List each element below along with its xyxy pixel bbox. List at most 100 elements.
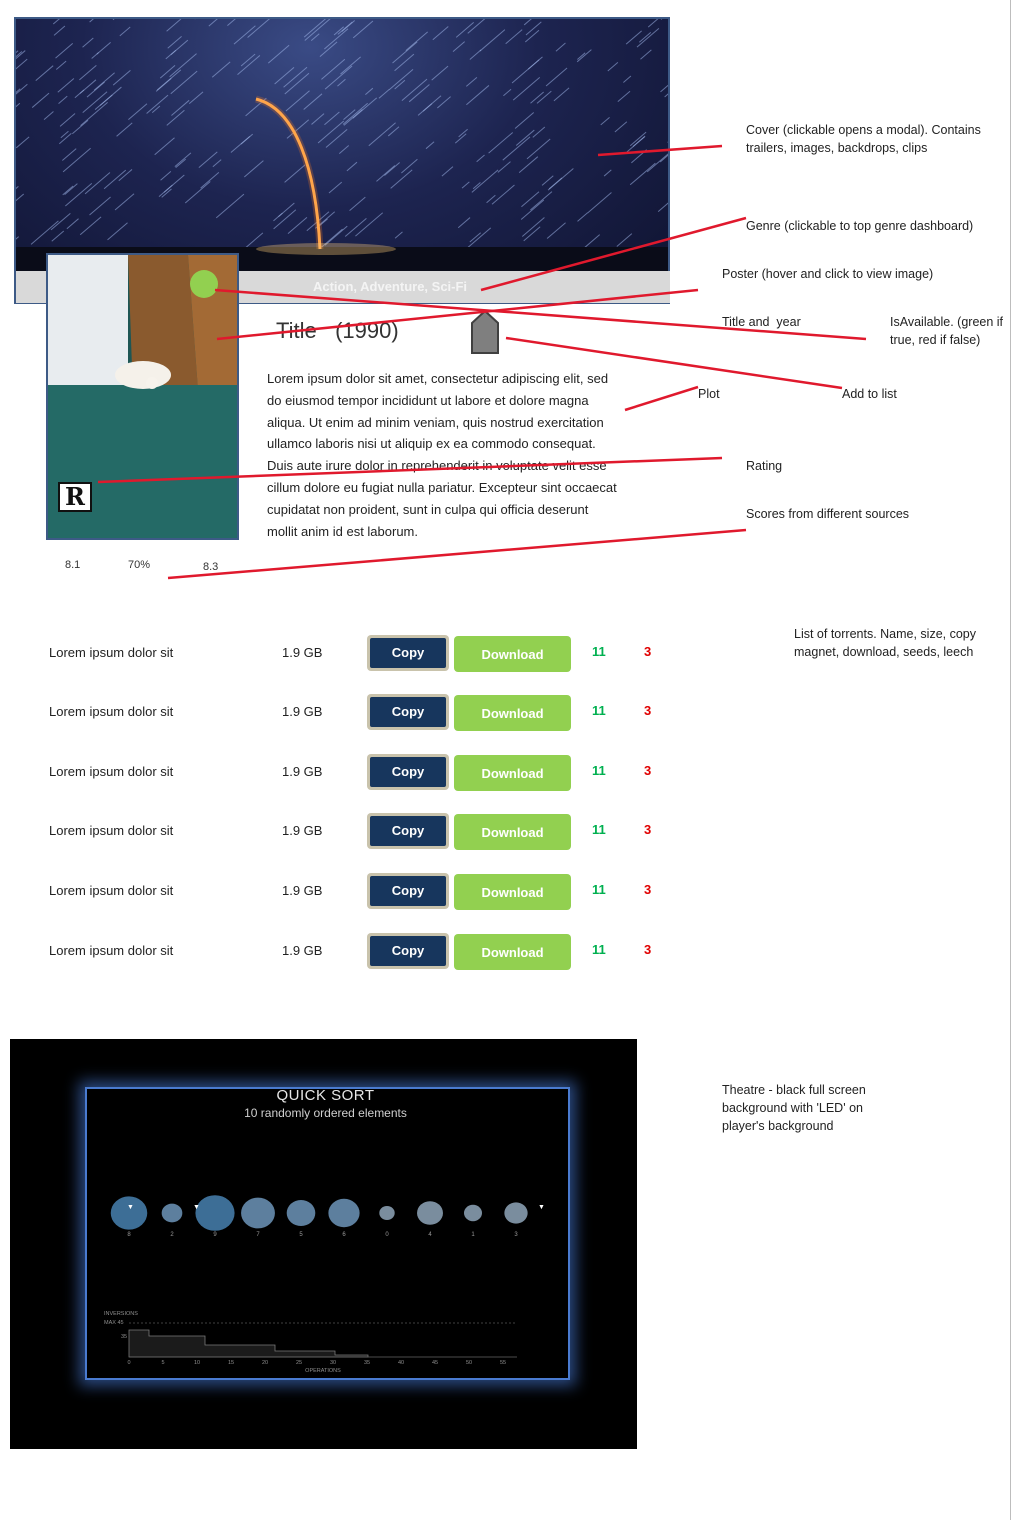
note-scores: Scores from different sources	[746, 507, 910, 521]
torrent-leech: 3	[644, 942, 652, 957]
torrent-seeds: 11	[592, 763, 606, 778]
torrent-leech: 3	[644, 882, 652, 897]
copy-magnet-button[interactable]: Copy	[367, 635, 449, 671]
torrent-seeds: 11	[592, 822, 606, 837]
note-cover: Cover (clickable opens a modal). Contain…	[746, 123, 981, 155]
player-visualization: 8 2 9 7 5 6 0 4 1 3 ▼ ▼ ▼ INVERSIONS MAX 45 35 OPERATION…	[104, 1195, 545, 1374]
x-tick-label: 10	[194, 1360, 200, 1366]
x-tick-label: 25	[296, 1360, 302, 1366]
year-text: (1990)	[335, 318, 399, 343]
title-text: Title	[276, 318, 317, 343]
download-button[interactable]: Download	[454, 934, 571, 970]
download-button[interactable]: Download	[454, 814, 571, 850]
score-source-2: 70%	[128, 559, 151, 571]
x-tick-label: 40	[398, 1360, 404, 1366]
torrent-name: Lorem ipsum dolor sit	[49, 704, 174, 719]
sort-element	[463, 1204, 483, 1222]
copy-magnet-button-label: Copy	[370, 697, 446, 727]
torrent-name: Lorem ipsum dolor sit	[49, 645, 174, 660]
pivot-marker: ▼	[193, 1204, 200, 1211]
torrent-leech: 3	[644, 703, 652, 718]
y-tick-label: 35	[121, 1334, 127, 1340]
sort-element-label: 2	[170, 1232, 174, 1238]
inversions-label: INVERSIONS	[104, 1311, 138, 1317]
x-tick-label: 15	[228, 1360, 234, 1366]
x-tick-label: 55	[500, 1360, 506, 1366]
note-poster: Poster (hover and click to view image)	[722, 267, 934, 281]
copy-magnet-button[interactable]: Copy	[367, 813, 449, 849]
sort-element	[286, 1200, 316, 1226]
pivot-marker: ▼	[538, 1204, 545, 1211]
copy-magnet-button-label: Copy	[370, 936, 446, 966]
note-rating: Rating	[746, 459, 783, 473]
score-source-1: 8.1	[65, 559, 81, 571]
sort-element	[161, 1203, 183, 1223]
torrent-name: Lorem ipsum dolor sit	[49, 764, 174, 779]
copy-magnet-button-label: Copy	[370, 876, 446, 906]
torrent-seeds: 11	[592, 703, 606, 718]
pivot-marker: ▼	[127, 1204, 134, 1211]
note-add-to-list: Add to list	[842, 387, 897, 401]
download-button[interactable]: Download	[454, 695, 571, 731]
torrent-name: Lorem ipsum dolor sit	[49, 883, 174, 898]
copy-magnet-button-label: Copy	[370, 757, 446, 787]
x-axis-label: OPERATIONS	[305, 1368, 341, 1374]
note-plot: Plot	[698, 387, 720, 401]
sort-element-label: 8	[127, 1232, 131, 1238]
torrent-seeds: 11	[592, 644, 606, 659]
note-torrents: List of torrents. Name, size, copy magne…	[794, 627, 977, 659]
torrent-size: 1.9 GB	[282, 764, 323, 779]
torrent-leech: 3	[644, 763, 652, 778]
torrent-name: Lorem ipsum dolor sit	[49, 943, 174, 958]
torrent-size: 1.9 GB	[282, 943, 323, 958]
x-tick-label: 45	[432, 1360, 438, 1366]
genre-list[interactable]: Action, Adventure, Sci-Fi	[240, 279, 540, 294]
x-tick-label: 0	[127, 1360, 130, 1366]
page-edge	[1010, 0, 1011, 1520]
availability-indicator	[190, 270, 218, 298]
download-button[interactable]: Download	[454, 636, 571, 672]
x-tick-label: 35	[364, 1360, 370, 1366]
torrent-seeds: 11	[592, 882, 606, 897]
sort-element-label: 9	[213, 1232, 217, 1238]
sort-element	[241, 1197, 275, 1229]
copy-magnet-button-label: Copy	[370, 638, 446, 668]
max-label: MAX 45	[104, 1320, 124, 1326]
add-to-list-icon[interactable]	[468, 309, 502, 355]
score-source-3: 8.3	[203, 561, 219, 573]
sort-element-label: 0	[385, 1232, 389, 1238]
rating-badge: R	[58, 482, 92, 512]
sort-element-label: 7	[256, 1232, 260, 1238]
sort-element	[110, 1196, 148, 1230]
x-tick-label: 20	[262, 1360, 268, 1366]
x-tick-label: 5	[161, 1360, 164, 1366]
sort-element-label: 6	[342, 1232, 346, 1238]
download-button[interactable]: Download	[454, 874, 571, 910]
download-button[interactable]: Download	[454, 755, 571, 791]
sort-element-label: 5	[299, 1232, 303, 1238]
plot-text: Lorem ipsum dolor sit amet, consectetur …	[267, 371, 617, 539]
torrent-name: Lorem ipsum dolor sit	[49, 823, 174, 838]
copy-magnet-button[interactable]: Copy	[367, 694, 449, 730]
torrent-leech: 3	[644, 644, 652, 659]
x-tick-label: 50	[466, 1360, 472, 1366]
sort-element	[195, 1195, 235, 1231]
copy-magnet-button[interactable]: Copy	[367, 933, 449, 969]
note-theatre: Theatre - black full screen background w…	[722, 1083, 866, 1133]
inversions-series	[128, 1329, 369, 1358]
torrent-size: 1.9 GB	[282, 645, 323, 660]
sort-element-label: 3	[514, 1232, 518, 1238]
torrent-seeds: 11	[592, 942, 606, 957]
note-genre: Genre (clickable to top genre dashboard)	[746, 219, 974, 233]
note-title-year: Title and year	[722, 315, 801, 329]
x-tick-label: 30	[330, 1360, 336, 1366]
copy-magnet-button[interactable]: Copy	[367, 873, 449, 909]
sort-element-label: 4	[428, 1232, 432, 1238]
torrent-leech: 3	[644, 822, 652, 837]
movie-title: Title (1990)	[276, 318, 399, 344]
copy-magnet-button-label: Copy	[370, 816, 446, 846]
copy-magnet-button[interactable]: Copy	[367, 754, 449, 790]
sort-element	[379, 1206, 395, 1220]
note-is-available: IsAvailable. (green if true, red if fals…	[890, 315, 1004, 347]
torrent-size: 1.9 GB	[282, 883, 323, 898]
